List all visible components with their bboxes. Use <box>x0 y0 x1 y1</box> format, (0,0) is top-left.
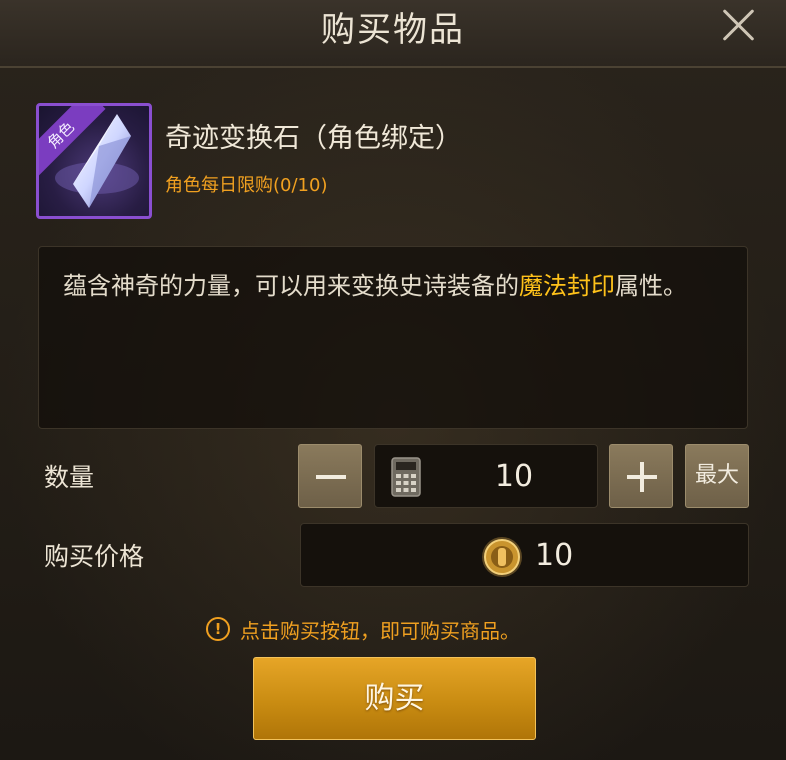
price-label: 购买价格 <box>44 542 145 571</box>
purchase-limit: 角色每日限购(0/10) <box>165 175 328 196</box>
item-name: 奇迹变换石（角色绑定） <box>165 123 462 154</box>
description-text: 蕴含神奇的力量，可以用来变换史诗装备的 <box>63 272 519 300</box>
description-highlight: 魔法封印 <box>519 272 615 300</box>
item-description: 蕴含神奇的力量，可以用来变换史诗装备的魔法封印属性。 <box>38 246 748 429</box>
dialog-header: 购买物品 <box>0 0 786 68</box>
decrease-button[interactable] <box>298 444 362 508</box>
coin-icon <box>482 537 522 577</box>
purchase-dialog: 购买物品 角色 奇迹变换石（角色绑定） 角色每日限购(0/10) 蕴含神奇的力量… <box>0 0 786 760</box>
minus-icon <box>316 475 346 479</box>
quantity-value: 10 <box>494 459 534 494</box>
price-display: 10 <box>300 523 749 587</box>
dialog-title: 购买物品 <box>321 10 465 50</box>
calculator-icon[interactable] <box>391 457 421 497</box>
price-value: 10 <box>535 538 574 573</box>
buy-button[interactable]: 购买 <box>253 657 536 740</box>
max-quantity-button[interactable]: 最大 <box>685 444 749 508</box>
quantity-label: 数量 <box>44 463 95 492</box>
notice-text: 点击购买按钮，即可购买商品。 <box>240 618 520 643</box>
close-icon[interactable] <box>716 2 762 46</box>
quantity-input[interactable]: 10 <box>374 444 598 508</box>
increase-button[interactable] <box>609 444 673 508</box>
purchase-notice: ! 点击购买按钮，即可购买商品。 <box>206 612 520 646</box>
item-slot[interactable]: 角色 <box>36 103 152 219</box>
warning-icon: ! <box>206 617 230 641</box>
description-text-end: 属性。 <box>615 272 687 300</box>
